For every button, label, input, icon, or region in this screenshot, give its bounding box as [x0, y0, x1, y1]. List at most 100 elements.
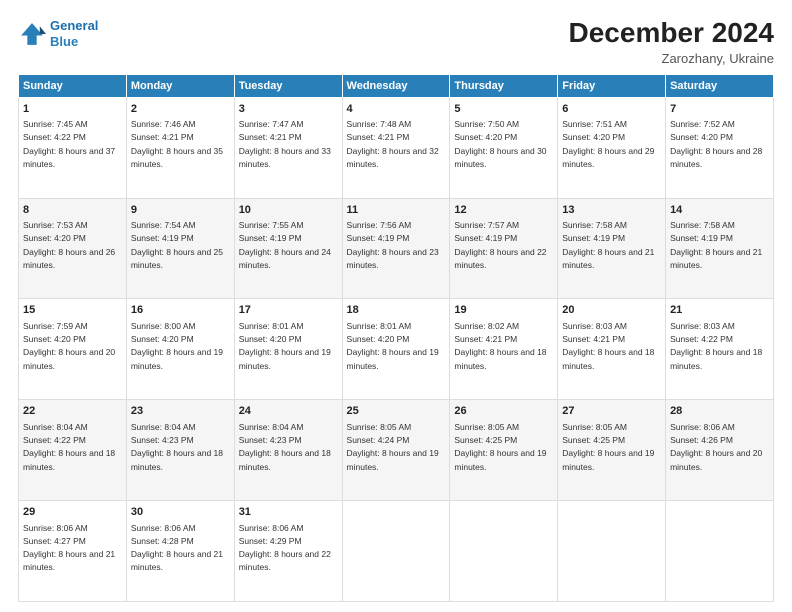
title-area: December 2024 Zarozhany, Ukraine [569, 18, 774, 66]
calendar-cell: 23 Sunrise: 8:04 AMSunset: 4:23 PMDaylig… [126, 400, 234, 501]
logo-icon [18, 20, 46, 48]
weekday-header-friday: Friday [558, 74, 666, 97]
header: General Blue December 2024 Zarozhany, Uk… [18, 18, 774, 66]
day-info: Sunrise: 7:51 AMSunset: 4:20 PMDaylight:… [562, 119, 654, 169]
calendar-cell: 20 Sunrise: 8:03 AMSunset: 4:21 PMDaylig… [558, 299, 666, 400]
day-info: Sunrise: 8:03 AMSunset: 4:22 PMDaylight:… [670, 321, 762, 371]
day-info: Sunrise: 7:45 AMSunset: 4:22 PMDaylight:… [23, 119, 115, 169]
day-number: 4 [347, 102, 446, 117]
main-title: December 2024 [569, 18, 774, 49]
day-number: 19 [454, 303, 553, 318]
day-number: 6 [562, 102, 661, 117]
day-number: 3 [239, 102, 338, 117]
day-info: Sunrise: 8:05 AMSunset: 4:25 PMDaylight:… [454, 422, 546, 472]
day-number: 24 [239, 404, 338, 419]
day-info: Sunrise: 7:52 AMSunset: 4:20 PMDaylight:… [670, 119, 762, 169]
day-info: Sunrise: 8:03 AMSunset: 4:21 PMDaylight:… [562, 321, 654, 371]
day-number: 2 [131, 102, 230, 117]
calendar-cell [666, 501, 774, 602]
calendar-cell: 19 Sunrise: 8:02 AMSunset: 4:21 PMDaylig… [450, 299, 558, 400]
day-number: 10 [239, 203, 338, 218]
day-info: Sunrise: 7:48 AMSunset: 4:21 PMDaylight:… [347, 119, 439, 169]
calendar-cell: 1 Sunrise: 7:45 AMSunset: 4:22 PMDayligh… [19, 97, 127, 198]
calendar-cell: 8 Sunrise: 7:53 AMSunset: 4:20 PMDayligh… [19, 198, 127, 299]
weekday-header-saturday: Saturday [666, 74, 774, 97]
day-number: 28 [670, 404, 769, 419]
day-info: Sunrise: 7:56 AMSunset: 4:19 PMDaylight:… [347, 220, 439, 270]
day-number: 26 [454, 404, 553, 419]
calendar-cell: 14 Sunrise: 7:58 AMSunset: 4:19 PMDaylig… [666, 198, 774, 299]
day-info: Sunrise: 8:05 AMSunset: 4:25 PMDaylight:… [562, 422, 654, 472]
calendar-cell: 3 Sunrise: 7:47 AMSunset: 4:21 PMDayligh… [234, 97, 342, 198]
day-info: Sunrise: 8:02 AMSunset: 4:21 PMDaylight:… [454, 321, 546, 371]
day-number: 15 [23, 303, 122, 318]
day-number: 1 [23, 102, 122, 117]
day-number: 29 [23, 505, 122, 520]
weekday-header-monday: Monday [126, 74, 234, 97]
calendar-cell: 24 Sunrise: 8:04 AMSunset: 4:23 PMDaylig… [234, 400, 342, 501]
calendar-cell: 6 Sunrise: 7:51 AMSunset: 4:20 PMDayligh… [558, 97, 666, 198]
day-info: Sunrise: 7:57 AMSunset: 4:19 PMDaylight:… [454, 220, 546, 270]
day-info: Sunrise: 8:01 AMSunset: 4:20 PMDaylight:… [239, 321, 331, 371]
calendar-cell: 29 Sunrise: 8:06 AMSunset: 4:27 PMDaylig… [19, 501, 127, 602]
day-info: Sunrise: 8:04 AMSunset: 4:22 PMDaylight:… [23, 422, 115, 472]
day-number: 25 [347, 404, 446, 419]
day-number: 27 [562, 404, 661, 419]
calendar-table: SundayMondayTuesdayWednesdayThursdayFrid… [18, 74, 774, 602]
calendar-cell: 13 Sunrise: 7:58 AMSunset: 4:19 PMDaylig… [558, 198, 666, 299]
calendar-cell: 30 Sunrise: 8:06 AMSunset: 4:28 PMDaylig… [126, 501, 234, 602]
day-info: Sunrise: 8:01 AMSunset: 4:20 PMDaylight:… [347, 321, 439, 371]
day-number: 18 [347, 303, 446, 318]
weekday-header-thursday: Thursday [450, 74, 558, 97]
day-info: Sunrise: 8:06 AMSunset: 4:28 PMDaylight:… [131, 523, 223, 573]
calendar-cell: 7 Sunrise: 7:52 AMSunset: 4:20 PMDayligh… [666, 97, 774, 198]
day-info: Sunrise: 7:55 AMSunset: 4:19 PMDaylight:… [239, 220, 331, 270]
day-number: 12 [454, 203, 553, 218]
day-info: Sunrise: 8:06 AMSunset: 4:27 PMDaylight:… [23, 523, 115, 573]
calendar-cell: 4 Sunrise: 7:48 AMSunset: 4:21 PMDayligh… [342, 97, 450, 198]
day-number: 7 [670, 102, 769, 117]
logo-text: General Blue [50, 18, 98, 49]
weekday-header-wednesday: Wednesday [342, 74, 450, 97]
calendar-cell: 15 Sunrise: 7:59 AMSunset: 4:20 PMDaylig… [19, 299, 127, 400]
day-info: Sunrise: 8:04 AMSunset: 4:23 PMDaylight:… [131, 422, 223, 472]
calendar-cell: 27 Sunrise: 8:05 AMSunset: 4:25 PMDaylig… [558, 400, 666, 501]
logo: General Blue [18, 18, 98, 49]
calendar-cell: 9 Sunrise: 7:54 AMSunset: 4:19 PMDayligh… [126, 198, 234, 299]
calendar-cell: 5 Sunrise: 7:50 AMSunset: 4:20 PMDayligh… [450, 97, 558, 198]
calendar-cell: 25 Sunrise: 8:05 AMSunset: 4:24 PMDaylig… [342, 400, 450, 501]
calendar-cell: 10 Sunrise: 7:55 AMSunset: 4:19 PMDaylig… [234, 198, 342, 299]
day-info: Sunrise: 7:54 AMSunset: 4:19 PMDaylight:… [131, 220, 223, 270]
day-number: 11 [347, 203, 446, 218]
day-number: 5 [454, 102, 553, 117]
day-number: 16 [131, 303, 230, 318]
calendar-cell: 31 Sunrise: 8:06 AMSunset: 4:29 PMDaylig… [234, 501, 342, 602]
calendar-cell: 16 Sunrise: 8:00 AMSunset: 4:20 PMDaylig… [126, 299, 234, 400]
day-number: 13 [562, 203, 661, 218]
weekday-header-tuesday: Tuesday [234, 74, 342, 97]
day-info: Sunrise: 7:58 AMSunset: 4:19 PMDaylight:… [670, 220, 762, 270]
day-info: Sunrise: 7:47 AMSunset: 4:21 PMDaylight:… [239, 119, 331, 169]
day-number: 21 [670, 303, 769, 318]
calendar-cell: 28 Sunrise: 8:06 AMSunset: 4:26 PMDaylig… [666, 400, 774, 501]
calendar-cell: 18 Sunrise: 8:01 AMSunset: 4:20 PMDaylig… [342, 299, 450, 400]
day-number: 17 [239, 303, 338, 318]
calendar-cell: 22 Sunrise: 8:04 AMSunset: 4:22 PMDaylig… [19, 400, 127, 501]
day-number: 23 [131, 404, 230, 419]
day-number: 20 [562, 303, 661, 318]
day-info: Sunrise: 8:05 AMSunset: 4:24 PMDaylight:… [347, 422, 439, 472]
calendar-cell: 26 Sunrise: 8:05 AMSunset: 4:25 PMDaylig… [450, 400, 558, 501]
day-number: 30 [131, 505, 230, 520]
calendar-cell [450, 501, 558, 602]
subtitle: Zarozhany, Ukraine [569, 51, 774, 66]
calendar-cell: 12 Sunrise: 7:57 AMSunset: 4:19 PMDaylig… [450, 198, 558, 299]
day-info: Sunrise: 8:06 AMSunset: 4:29 PMDaylight:… [239, 523, 331, 573]
day-number: 9 [131, 203, 230, 218]
day-info: Sunrise: 7:53 AMSunset: 4:20 PMDaylight:… [23, 220, 115, 270]
day-info: Sunrise: 8:04 AMSunset: 4:23 PMDaylight:… [239, 422, 331, 472]
day-info: Sunrise: 7:46 AMSunset: 4:21 PMDaylight:… [131, 119, 223, 169]
day-number: 8 [23, 203, 122, 218]
calendar-cell: 11 Sunrise: 7:56 AMSunset: 4:19 PMDaylig… [342, 198, 450, 299]
day-info: Sunrise: 7:58 AMSunset: 4:19 PMDaylight:… [562, 220, 654, 270]
day-info: Sunrise: 8:06 AMSunset: 4:26 PMDaylight:… [670, 422, 762, 472]
